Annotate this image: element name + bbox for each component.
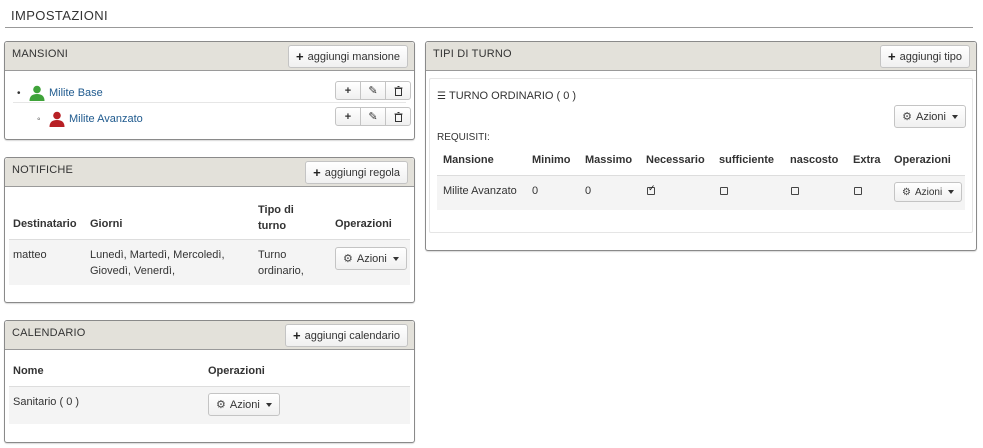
mansioni-header: MANSIONI + aggiungi mansione (5, 42, 414, 71)
mansione-item: ◦ Milite Avanzato (37, 111, 143, 127)
calendario-header: CALENDARIO + aggiungi calendario (5, 321, 414, 350)
requisiti-label: REQUISITI: (437, 132, 490, 143)
user-icon (29, 85, 45, 101)
calendario-panel: CALENDARIO + aggiungi calendario Nome Op… (4, 320, 415, 443)
azioni-label: Azioni (914, 186, 943, 198)
turno-title: ☰ TURNO ORDINARIO ( 0 ) (437, 88, 576, 105)
add-calendario-label: aggiungi calendario (304, 329, 400, 342)
necessario-checkbox[interactable] (647, 183, 656, 195)
trash-icon (394, 111, 402, 122)
turno-azioni-button[interactable]: ⚙ Azioni (894, 105, 966, 128)
cell-minimo: 0 (532, 185, 539, 197)
cell-massimo: 0 (585, 185, 592, 197)
plus-icon: + (344, 110, 352, 123)
mansioni-title: MANSIONI (12, 48, 68, 60)
add-sub-button[interactable]: + (335, 107, 361, 126)
bullet-icon: • (17, 87, 21, 99)
plus-icon: + (292, 328, 301, 343)
col-header-operazioni: Operazioni (894, 154, 951, 166)
plus-icon: + (888, 49, 896, 64)
edit-icon: ✎ (368, 111, 378, 123)
bullet-icon: ◦ (37, 113, 41, 125)
calendario-title: CALENDARIO (12, 327, 86, 339)
cell-tipo: Turno ordinario, (258, 249, 304, 277)
caret-down-icon (948, 190, 955, 194)
mansione-link[interactable]: Milite Base (49, 87, 103, 99)
tipi-panel: TIPI DI TURNO + aggiungi tipo ☰ TURNO ORD… (425, 41, 977, 251)
user-icon (49, 111, 65, 127)
list-icon: ☰ (437, 91, 446, 102)
col-header-necessario: Necessario (646, 154, 705, 166)
mansione-actions: + ✎ (335, 81, 411, 100)
page-title: IMPOSTAZIONI (11, 8, 109, 23)
sufficiente-checkbox[interactable] (720, 187, 728, 195)
turno-box: ☰ TURNO ORDINARIO ( 0 ) ⚙ Azioni REQUISIT… (429, 78, 973, 233)
row-divider (13, 102, 406, 103)
edit-button[interactable]: ✎ (360, 107, 386, 126)
col-header-nome: Nome (13, 365, 44, 377)
edit-button[interactable]: ✎ (360, 81, 386, 100)
title-divider (5, 27, 973, 28)
caret-down-icon (265, 402, 272, 407)
col-header-minimo: Minimo (532, 154, 571, 166)
add-calendario-button[interactable]: + aggiungi calendario (284, 324, 408, 347)
caret-down-icon (392, 256, 399, 261)
mansioni-panel: MANSIONI + aggiungi mansione • Milite Ba… (4, 41, 415, 140)
col-header-tipo: Tipo di turno (258, 204, 294, 232)
gear-icon: ⚙ (343, 253, 353, 265)
mansione-actions: + ✎ (335, 107, 411, 126)
notifiche-panel: NOTIFICHE + aggiungi regola Destinatario… (4, 157, 415, 303)
add-regola-label: aggiungi regola (324, 166, 400, 179)
tipi-header: TIPI DI TURNO + aggiungi tipo (426, 42, 976, 71)
extra-checkbox[interactable] (854, 187, 862, 195)
azioni-button[interactable]: ⚙ Azioni (335, 247, 407, 270)
delete-button[interactable] (385, 81, 411, 100)
cell-mansione: Milite Avanzato (443, 185, 517, 197)
add-sub-button[interactable]: + (335, 81, 361, 100)
add-mansione-label: aggiungi mansione (307, 50, 400, 63)
trash-icon (394, 85, 402, 96)
col-header-giorni: Giorni (90, 218, 123, 230)
delete-button[interactable] (385, 107, 411, 126)
add-tipo-button[interactable]: + aggiungi tipo (880, 45, 970, 68)
col-header-nascosto: nascosto (790, 154, 839, 166)
col-header-operazioni: Operazioni (208, 365, 265, 377)
cell-giorni: Lunedì, Martedì, Mercoledì, Giovedì, Ven… (90, 249, 225, 277)
col-header-extra: Extra (853, 154, 881, 166)
notifiche-title: NOTIFICHE (12, 164, 74, 176)
cell-destinatario: matteo (13, 249, 47, 261)
gear-icon: ⚙ (902, 111, 913, 123)
add-tipo-label: aggiungi tipo (899, 50, 962, 63)
col-header-mansione: Mansione (443, 154, 494, 166)
col-header-destinatario: Destinatario (13, 218, 77, 230)
col-header-sufficiente: sufficiente (719, 154, 775, 166)
azioni-label: Azioni (229, 398, 260, 411)
azioni-button[interactable]: ⚙ Azioni (208, 393, 280, 416)
edit-icon: ✎ (368, 85, 378, 97)
gear-icon: ⚙ (216, 399, 226, 411)
nascosto-checkbox[interactable] (791, 187, 799, 195)
add-mansione-button[interactable]: + aggiungi mansione (288, 45, 408, 68)
gear-icon: ⚙ (902, 186, 911, 198)
plus-icon: + (296, 49, 304, 64)
tipi-title: TIPI DI TURNO (433, 48, 512, 60)
turno-title-text: TURNO ORDINARIO ( 0 ) (448, 90, 577, 102)
plus-icon: + (344, 84, 352, 97)
col-header-operazioni: Operazioni (335, 218, 392, 230)
plus-icon: + (313, 165, 321, 180)
caret-down-icon (952, 114, 958, 119)
azioni-label: Azioni (356, 252, 387, 265)
azioni-button[interactable]: ⚙ Azioni (894, 182, 963, 202)
add-regola-button[interactable]: + aggiungi regola (305, 161, 408, 184)
mansione-item: • Milite Base (17, 85, 103, 101)
col-header-massimo: Massimo (585, 154, 633, 166)
notifiche-header: NOTIFICHE + aggiungi regola (5, 158, 414, 187)
cell-nome: Sanitario ( 0 ) (13, 396, 80, 408)
azioni-label: Azioni (916, 110, 946, 123)
mansione-link[interactable]: Milite Avanzato (69, 113, 143, 125)
